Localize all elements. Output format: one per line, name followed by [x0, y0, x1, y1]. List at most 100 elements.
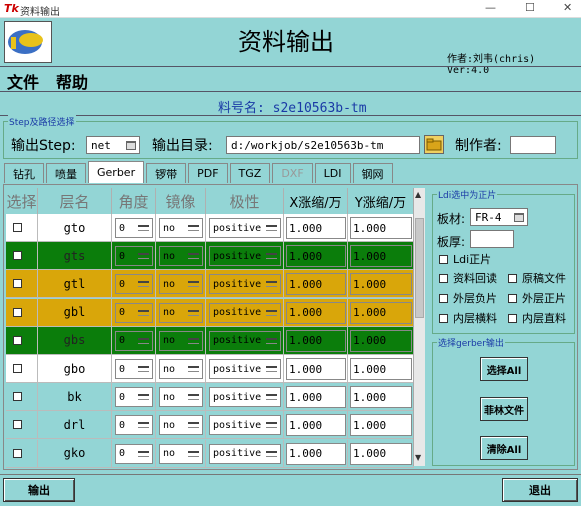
row-select-checkbox[interactable]	[13, 448, 22, 458]
scroll-up-icon[interactable]: ▲	[415, 190, 421, 199]
tab-1[interactable]: 喷量	[46, 163, 86, 183]
polarity-select[interactable]: positive	[209, 330, 281, 351]
readback-checkbox[interactable]: 资料回读	[439, 270, 497, 286]
original-file-checkbox[interactable]: 原稿文件	[508, 270, 566, 286]
polarity-select[interactable]: positive	[209, 443, 281, 464]
row-select-checkbox[interactable]	[13, 251, 22, 261]
x-scale-input[interactable]: 1.000	[286, 273, 346, 296]
polarity-select[interactable]: positive	[209, 387, 281, 408]
polarity-select[interactable]: positive	[209, 274, 281, 295]
x-scale-input[interactable]: 1.000	[286, 217, 346, 239]
row-select-checkbox[interactable]	[13, 223, 22, 232]
angle-select[interactable]: 0	[115, 387, 153, 408]
maximize-icon[interactable]: ☐	[525, 1, 535, 14]
scroll-down-icon[interactable]: ▼	[415, 453, 421, 462]
angle-select[interactable]: 0	[115, 415, 153, 436]
material-select[interactable]: FR-4	[470, 208, 528, 226]
tab-8[interactable]: 钢网	[352, 163, 393, 183]
mirror-select[interactable]: no	[159, 359, 203, 379]
maker-input[interactable]	[510, 136, 556, 154]
mirror-cell: no	[156, 355, 206, 383]
x-scale-input[interactable]: 1.000	[286, 329, 346, 352]
outer-negative-checkbox[interactable]: 外层负片	[439, 290, 497, 306]
angle-value: 0	[119, 448, 126, 460]
mirror-select[interactable]: no	[159, 330, 203, 351]
tab-3[interactable]: 锣带	[146, 163, 187, 183]
polarity-select[interactable]: positive	[209, 302, 281, 323]
mirror-select[interactable]: no	[159, 246, 203, 267]
grid-scrollbar[interactable]: ▲ ▼	[413, 188, 425, 466]
chevron-down-icon	[138, 253, 149, 260]
mirror-select[interactable]: no	[159, 387, 203, 408]
row-select-checkbox[interactable]	[13, 420, 22, 430]
y-scale-input[interactable]: 1.000	[350, 245, 412, 268]
exit-button[interactable]: 退出	[502, 478, 578, 502]
row-select-checkbox[interactable]	[13, 307, 22, 317]
menu-help[interactable]: 帮助	[56, 69, 88, 93]
angle-select[interactable]: 0	[115, 330, 153, 351]
inner-vertical-checkbox[interactable]: 内层直料	[508, 310, 566, 326]
row-select-checkbox[interactable]	[13, 335, 22, 345]
clear-all-button[interactable]: 清除All	[480, 436, 528, 460]
outer-positive-checkbox[interactable]: 外层正片	[508, 290, 566, 306]
angle-select[interactable]: 0	[115, 218, 153, 238]
angle-cell: 0	[112, 326, 156, 355]
mirror-select[interactable]: no	[159, 218, 203, 238]
menu-file[interactable]: 文件	[7, 69, 39, 93]
table-row: gbs 0 no positive 1.000 1.000	[6, 326, 414, 355]
select-all-button[interactable]: 选择All	[480, 357, 528, 381]
angle-select[interactable]: 0	[115, 359, 153, 379]
y-scale-input[interactable]: 1.000	[350, 301, 412, 324]
tab-6[interactable]: DXF	[272, 163, 313, 183]
mirror-select[interactable]: no	[159, 415, 203, 436]
inner-horizontal-checkbox[interactable]: 内层横料	[439, 310, 497, 326]
tab-7[interactable]: LDI	[314, 163, 351, 183]
tab-5[interactable]: TGZ	[229, 163, 271, 183]
row-select-checkbox[interactable]	[13, 392, 22, 402]
tab-4[interactable]: PDF	[188, 163, 228, 183]
y-scale-input[interactable]: 1.000	[350, 414, 412, 437]
mirror-cell: no	[156, 298, 206, 327]
minimize-icon[interactable]: —	[485, 1, 496, 14]
angle-select[interactable]: 0	[115, 246, 153, 267]
polarity-select[interactable]: positive	[209, 218, 281, 238]
tab-2[interactable]: Gerber	[88, 161, 145, 183]
x-scale-input[interactable]: 1.000	[286, 245, 346, 268]
output-button[interactable]: 输出	[3, 478, 75, 502]
output-step-select[interactable]: net	[86, 136, 140, 154]
x-scale-input[interactable]: 1.000	[286, 358, 346, 380]
film-file-button[interactable]: 菲林文件	[480, 397, 528, 421]
tab-0[interactable]: 钻孔	[4, 163, 44, 183]
x-scale-input[interactable]: 1.000	[286, 442, 346, 465]
row-select-checkbox[interactable]	[13, 279, 22, 289]
ldi-positive-checkbox[interactable]: Ldi正片	[439, 251, 491, 267]
folder-browse-icon[interactable]	[424, 135, 444, 154]
select-cell	[6, 298, 38, 327]
y-scale-input[interactable]: 1.000	[350, 273, 412, 296]
row-select-checkbox[interactable]	[13, 364, 22, 373]
polarity-cell: positive	[206, 439, 284, 468]
polarity-select[interactable]: positive	[209, 246, 281, 267]
angle-select[interactable]: 0	[115, 274, 153, 295]
mirror-select[interactable]: no	[159, 443, 203, 464]
mirror-select[interactable]: no	[159, 302, 203, 323]
scroll-thumb[interactable]	[415, 218, 424, 318]
mirror-select[interactable]: no	[159, 274, 203, 295]
angle-select[interactable]: 0	[115, 302, 153, 323]
x-scale-input[interactable]: 1.000	[286, 301, 346, 324]
thickness-input[interactable]	[470, 230, 514, 248]
output-dir-input[interactable]: d:/workjob/s2e10563b-tm	[226, 136, 420, 154]
x-scale-input[interactable]: 1.000	[286, 386, 346, 409]
polarity-select[interactable]: positive	[209, 415, 281, 436]
y-scale-input[interactable]: 1.000	[350, 217, 412, 239]
angle-select[interactable]: 0	[115, 443, 153, 464]
polarity-select[interactable]: positive	[209, 359, 281, 379]
close-icon[interactable]: ✕	[563, 1, 572, 14]
y-scale-input[interactable]: 1.000	[350, 442, 412, 465]
x-scale-input[interactable]: 1.000	[286, 414, 346, 437]
angle-value: 0	[119, 222, 126, 234]
y-scale-input[interactable]: 1.000	[350, 329, 412, 352]
y-scale-input[interactable]: 1.000	[350, 358, 412, 380]
y-scale-input[interactable]: 1.000	[350, 386, 412, 409]
header-select: 选择	[6, 188, 38, 214]
